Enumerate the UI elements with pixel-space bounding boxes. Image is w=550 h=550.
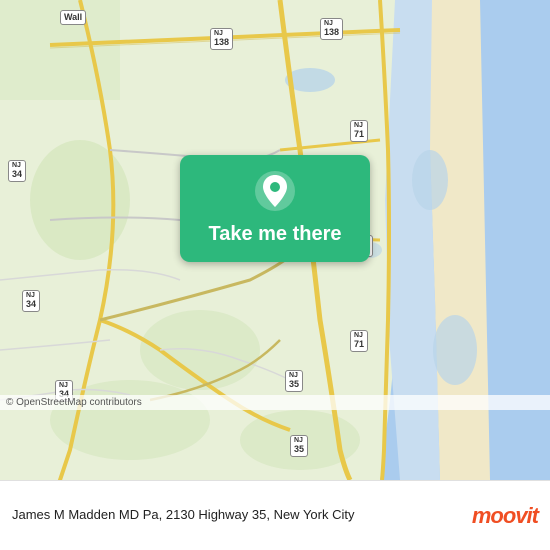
route-badge-nj34-mid: NJ34 [22,290,40,312]
map-container: Wall NJ138 NJ138 NJ34 NJ34 NJ34 NJ71 NJ7… [0,0,550,480]
moovit-logo: moovit [472,503,538,529]
route-badge-nj35: NJ35 [285,370,303,392]
bottom-bar: James M Madden MD Pa, 2130 Highway 35, N… [0,480,550,550]
route-badge-wall: Wall [60,10,86,25]
route-badge-nj138-left: NJ138 [210,28,233,50]
route-badge-nj34-top: NJ34 [8,160,26,182]
address-text: James M Madden MD Pa, 2130 Highway 35, N… [12,507,472,524]
route-badge-nj71-bot: NJ71 [350,330,368,352]
route-badge-nj138-right: NJ138 [320,18,343,40]
location-pin-icon [253,169,297,213]
moovit-logo-icon: moovit [472,503,538,529]
route-badge-nj71-top: NJ71 [350,120,368,142]
take-me-there-button[interactable]: Take me there [180,155,370,262]
address-section: James M Madden MD Pa, 2130 Highway 35, N… [12,507,472,524]
map-attribution: © OpenStreetMap contributors [0,395,550,410]
route-badge-nj35-b: NJ35 [290,435,308,457]
take-me-there-label: Take me there [208,223,341,246]
